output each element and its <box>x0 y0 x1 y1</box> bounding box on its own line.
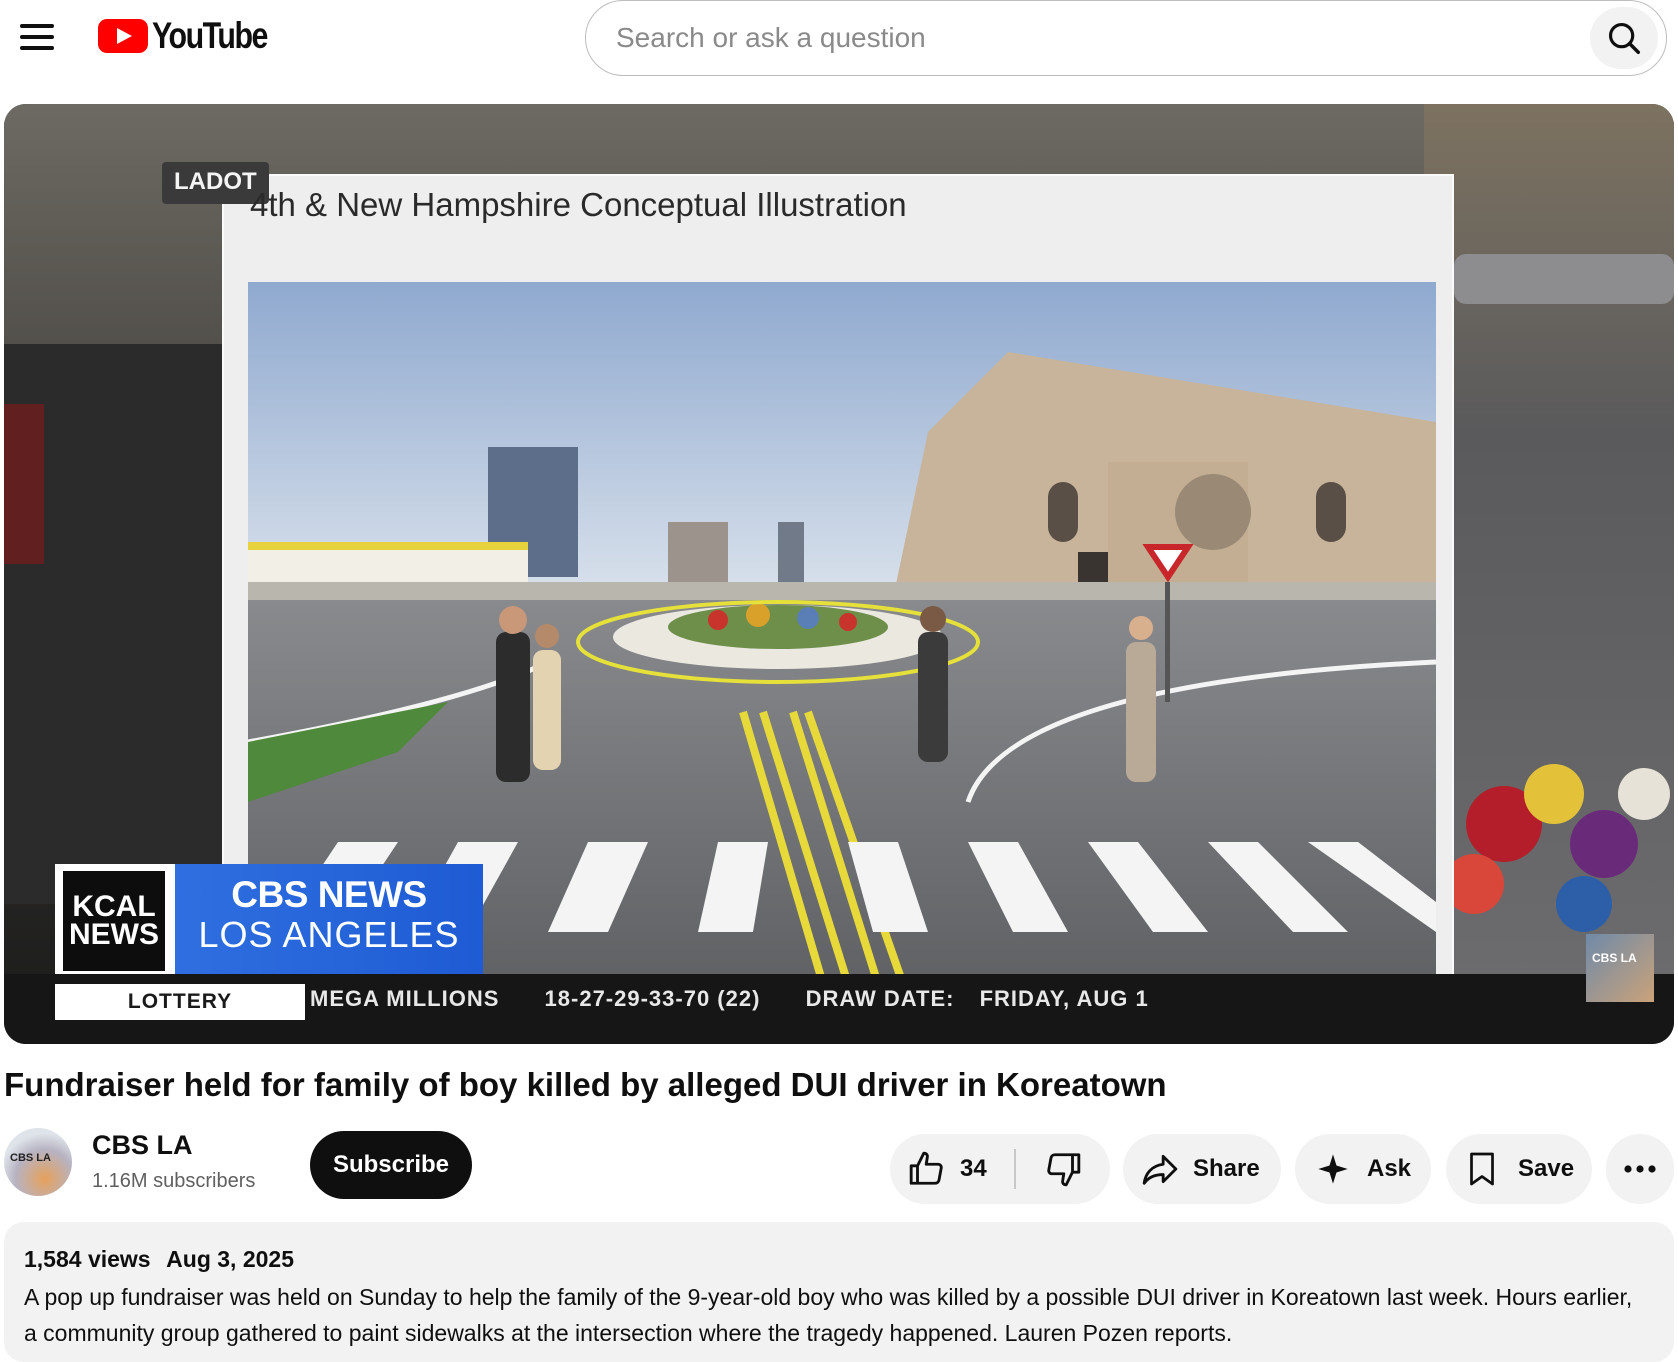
ticker-text: MEGA MILLIONS 18-27-29-33-70 (22) DRAW D… <box>310 986 1187 1012</box>
menu-icon[interactable] <box>16 16 58 58</box>
channel-avatar[interactable]: CBS LA <box>4 1128 72 1196</box>
dislike-button[interactable] <box>1016 1134 1110 1204</box>
share-icon <box>1142 1154 1178 1185</box>
masthead: YouTube <box>0 0 1678 76</box>
ticker-date-label: DRAW DATE: <box>805 986 955 1011</box>
more-horizontal-icon <box>1624 1165 1656 1173</box>
youtube-logo[interactable]: YouTube <box>98 15 292 56</box>
like-button[interactable]: 34 <box>890 1134 1014 1204</box>
description-meta: 1,584 views Aug 3, 2025 <box>24 1246 1654 1273</box>
save-label: Save <box>1518 1155 1575 1182</box>
ask-label: Ask <box>1367 1155 1412 1182</box>
kcal-line1: KCAL <box>72 890 156 923</box>
cbs-news-text: CBS NEWS <box>231 874 427 915</box>
upload-date: Aug 3, 2025 <box>166 1246 294 1272</box>
view-count: 1,584 views <box>24 1246 151 1272</box>
kcal-line2: NEWS <box>69 918 159 951</box>
search-button[interactable] <box>1590 7 1658 69</box>
ask-button[interactable]: Ask <box>1295 1134 1431 1204</box>
kcal-news-logo: KCAL NEWS <box>63 871 165 971</box>
like-dislike-group: 34 <box>890 1134 1110 1204</box>
subscribe-button[interactable]: Subscribe <box>310 1131 472 1199</box>
thumbs-down-icon <box>1046 1153 1080 1187</box>
youtube-play-icon <box>98 19 148 53</box>
search-icon <box>1608 22 1640 54</box>
video-player[interactable]: LADOT 4th & New Hampshire Conceptual Ill… <box>4 104 1674 1044</box>
ticker-date-value: FRIDAY, AUG 1 <box>979 986 1149 1011</box>
description-text: A pop up fundraiser was held on Sunday t… <box>24 1284 1633 1346</box>
illustration-title: 4th & New Hampshire Conceptual Illustrat… <box>250 186 907 223</box>
ticker-label: LOTTERY <box>55 984 305 1020</box>
more-actions-button[interactable] <box>1606 1134 1674 1204</box>
logo-text: YouTube <box>152 15 268 56</box>
ticker-game: MEGA MILLIONS <box>310 986 500 1011</box>
station-badge: KCAL NEWS CBS NEWS LOS ANGELES <box>55 864 483 978</box>
description-box[interactable]: 1,584 views Aug 3, 2025 A pop up fundrai… <box>4 1222 1674 1362</box>
thumbs-up-icon <box>909 1151 943 1185</box>
channel-name[interactable]: CBS LA <box>92 1130 193 1161</box>
cbs-news-la-logo: CBS NEWS LOS ANGELES <box>175 864 483 978</box>
sparkle-icon <box>1318 1154 1348 1184</box>
save-button[interactable]: Save <box>1446 1134 1592 1204</box>
los-angeles-text: LOS ANGELES <box>198 914 460 955</box>
subscriber-count: 1.16M subscribers <box>92 1170 256 1192</box>
share-button[interactable]: Share <box>1123 1134 1281 1204</box>
share-label: Share <box>1193 1155 1260 1182</box>
search-input[interactable] <box>614 21 1514 55</box>
bookmark-icon <box>1470 1152 1494 1186</box>
cbs-la-watermark: CBS LA <box>1586 934 1654 1002</box>
news-ticker: LOTTERY MEGA MILLIONS 18-27-29-33-70 (22… <box>4 974 1674 1044</box>
avatar-text: CBS LA <box>10 1152 51 1164</box>
like-count: 34 <box>960 1155 987 1182</box>
search-box <box>585 0 1667 76</box>
video-title: Fundraiser held for family of boy killed… <box>4 1066 1167 1103</box>
ticker-numbers: 18-27-29-33-70 (22) <box>544 986 761 1011</box>
